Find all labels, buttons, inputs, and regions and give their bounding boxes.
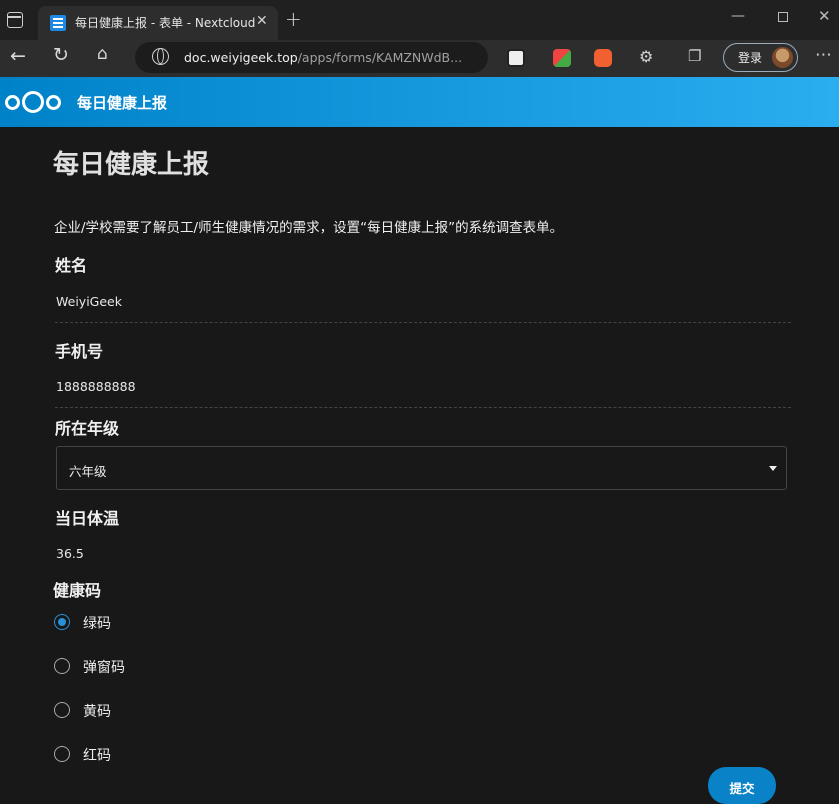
url-text: doc.weiyigeek.top/apps/forms/KAMZNWdB... [184, 50, 463, 65]
collections-icon[interactable]: ❐ [688, 47, 706, 65]
home-icon[interactable]: ⌂ [97, 44, 108, 64]
temperature-answer-field[interactable]: 36.5 [56, 546, 84, 561]
name-answer-field[interactable]: WeiyiGeek [56, 294, 122, 309]
radio-red-code[interactable] [54, 746, 70, 762]
caret-down-icon [769, 466, 777, 471]
back-arrow-icon[interactable]: ← [10, 45, 26, 67]
nextcloud-logo-icon[interactable] [5, 91, 61, 113]
radio-label[interactable]: 红码 [83, 745, 111, 765]
extension-icon[interactable] [507, 49, 525, 67]
question-label-grade: 所在年级 [55, 419, 120, 438]
radio-green-code[interactable] [54, 614, 70, 630]
question-label-phone: 手机号 [55, 342, 104, 361]
question-label-health-code: 健康码 [53, 581, 102, 600]
divider [55, 322, 791, 323]
divider [55, 407, 791, 408]
header-title: 每日健康上报 [77, 94, 168, 112]
new-tab-icon[interactable]: + [285, 7, 302, 31]
radio-yellow-code[interactable] [54, 702, 70, 718]
window-close-icon[interactable]: ✕ [818, 7, 831, 25]
phone-answer-field[interactable]: 1888888888 [56, 379, 136, 394]
question-label-name: 姓名 [55, 256, 88, 275]
minimize-icon[interactable]: — [731, 8, 745, 24]
globe-icon [152, 48, 169, 65]
translate-extension-icon[interactable] [553, 49, 571, 67]
radio-popup-code[interactable] [54, 658, 70, 674]
question-label-temperature: 当日体温 [55, 509, 120, 528]
profile-login-button[interactable]: 登录 [723, 43, 798, 72]
form-description: 企业/学校需要了解员工/师生健康情况的需求，设置“每日健康上报”的系统调查表单。 [54, 220, 564, 236]
sidebar-toggle-icon[interactable] [7, 12, 23, 28]
more-menu-icon[interactable]: ⋯ [815, 45, 832, 65]
radio-label[interactable]: 黄码 [83, 701, 111, 721]
submit-label: 提交 [729, 781, 755, 796]
browser-tab-bar: 每日健康上报 - 表单 - Nextcloud ✕ + — ✕ [0, 0, 839, 40]
app-header: 每日健康上报 [0, 77, 839, 127]
puzzle-extensions-icon[interactable]: ⚙ [639, 47, 657, 66]
maximize-icon[interactable] [778, 12, 788, 22]
browser-toolbar: ← ↻ ⌂ doc.weiyigeek.top/apps/forms/KAMZN… [0, 40, 839, 77]
radio-label[interactable]: 绿码 [83, 613, 111, 633]
forms-favicon-icon [50, 15, 66, 31]
address-bar[interactable]: doc.weiyigeek.top/apps/forms/KAMZNWdB... [135, 42, 488, 73]
reload-icon[interactable]: ↻ [53, 44, 69, 66]
avatar [772, 47, 793, 68]
form-title: 每日健康上报 [53, 150, 210, 180]
grade-select-value: 六年级 [69, 464, 107, 479]
grade-select[interactable]: 六年级 [56, 446, 787, 490]
radio-label[interactable]: 弹窗码 [83, 657, 125, 677]
browser-tab[interactable]: 每日健康上报 - 表单 - Nextcloud ✕ [38, 6, 278, 40]
tab-title: 每日健康上报 - 表单 - Nextcloud [75, 16, 256, 30]
submit-button[interactable]: 提交 [708, 767, 776, 804]
tab-close-icon[interactable]: ✕ [256, 13, 268, 29]
login-label: 登录 [738, 51, 763, 65]
extension-icon[interactable] [594, 49, 612, 67]
